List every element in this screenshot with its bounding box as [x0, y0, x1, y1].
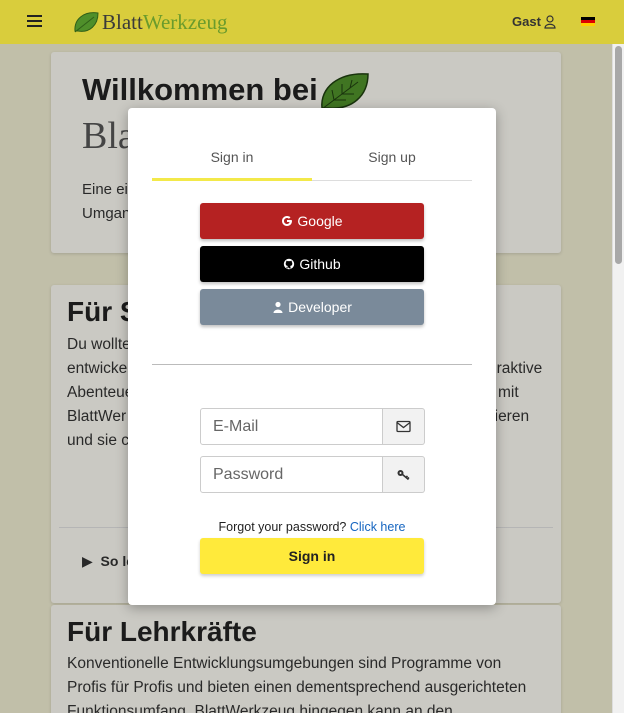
tab-sign-in[interactable]: Sign in [152, 148, 312, 181]
password-field[interactable] [200, 456, 383, 493]
divider [152, 364, 472, 365]
brand-name: BlattWerkzeug [102, 9, 228, 34]
auth-modal: Sign in Sign up Google Github Developer [128, 108, 496, 605]
forgot-password-link[interactable]: Click here [350, 520, 406, 534]
email-field[interactable] [200, 408, 383, 445]
tab-sign-up[interactable]: Sign up [312, 148, 472, 180]
key-icon [383, 456, 425, 493]
user-icon [544, 14, 556, 29]
forgot-text: Forgot your password? [218, 520, 347, 534]
github-button-label: Github [299, 256, 341, 272]
email-field-group [200, 408, 425, 445]
signin-button[interactable]: Sign in [200, 538, 424, 574]
developer-button-label: Developer [288, 299, 352, 315]
user-label: Gast [512, 14, 541, 29]
github-signin-button[interactable]: Github [200, 246, 424, 282]
scrollbar[interactable] [612, 44, 624, 713]
password-field-group [200, 456, 425, 493]
forgot-password: Forgot your password? Click here [128, 520, 496, 534]
google-signin-button[interactable]: Google [200, 203, 424, 239]
envelope-icon [383, 408, 425, 445]
github-icon [284, 258, 295, 270]
developer-signin-button[interactable]: Developer [200, 289, 424, 325]
auth-tabs: Sign in Sign up [152, 148, 472, 181]
brand-logo[interactable]: BlattWerkzeug [72, 8, 227, 36]
scrollbar-thumb[interactable] [615, 46, 622, 264]
de-flag-icon[interactable] [581, 17, 595, 26]
google-icon [282, 216, 293, 226]
google-button-label: Google [297, 213, 343, 229]
user-icon [273, 301, 283, 313]
leaf-icon [74, 12, 99, 33]
menu-icon[interactable] [27, 15, 42, 29]
navbar: BlattWerkzeug Gast [0, 0, 624, 44]
user-menu[interactable]: Gast [512, 14, 556, 29]
